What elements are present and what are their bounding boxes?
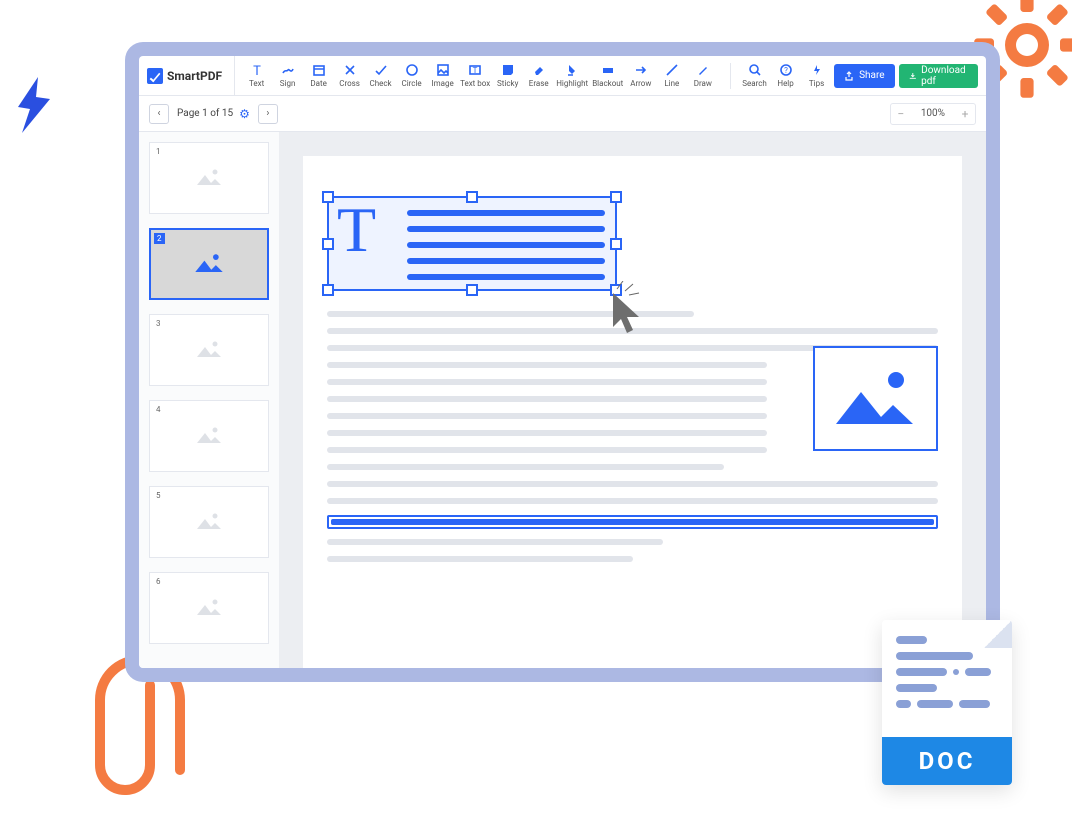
resize-handle-mr[interactable] [610,238,622,250]
tool-search[interactable]: Search [741,56,768,95]
page-indicator: Page 1 of 15 ⚙ [177,107,250,121]
tool-textbox[interactable]: TText box [460,56,490,95]
tool-help[interactable]: ?Help [772,56,799,95]
tool-blackout[interactable]: Blackout [592,56,623,95]
cursor-icon [603,281,653,336]
thumbnail-5[interactable]: 5 [149,486,269,558]
tool-draw[interactable]: Draw [689,56,716,95]
tool-check[interactable]: Check [367,56,394,95]
thumbnail-3[interactable]: 3 [149,314,269,386]
thumbnail-6[interactable]: 6 [149,572,269,644]
svg-text:?: ? [784,66,788,75]
tool-erase[interactable]: Erase [525,56,552,95]
resize-handle-tm[interactable] [466,191,478,203]
share-button[interactable]: Share [834,64,894,88]
svg-text:T: T [253,64,261,77]
app-name: SmartPDF [167,69,222,83]
highlight-bar[interactable] [327,515,938,529]
document-page[interactable]: T [303,156,962,668]
thumbnail-4[interactable]: 4 [149,400,269,472]
tool-image[interactable]: Image [429,56,456,95]
text-selection-box[interactable]: T [327,196,617,291]
logo-icon [147,68,163,84]
sub-toolbar: ‹ Page 1 of 15 ⚙ › − 100% + [139,96,986,132]
editor-canvas[interactable]: T [279,132,986,668]
tool-cross[interactable]: Cross [336,56,363,95]
thumbnail-1[interactable]: 1 [149,142,269,214]
download-icon [909,71,917,81]
prev-page-button[interactable]: ‹ [149,104,169,124]
download-button[interactable]: Download pdf [899,64,979,88]
app-logo[interactable]: SmartPDF [147,56,235,95]
tool-arrow[interactable]: Arrow [627,56,654,95]
page-image-placeholder[interactable] [813,346,938,451]
share-icon [844,71,854,81]
tool-line[interactable]: Line [658,56,685,95]
tool-tips[interactable]: Tips [803,56,830,95]
resize-handle-bl[interactable] [322,284,334,296]
dropcap-icon: T [337,198,376,262]
doc-label: DOC [882,737,1012,785]
zoom-out-button[interactable]: − [891,104,911,124]
zoom-value: 100% [911,108,955,119]
resize-handle-tl[interactable] [322,191,334,203]
next-page-button[interactable]: › [258,104,278,124]
tool-sign[interactable]: Sign [274,56,301,95]
tool-circle[interactable]: Circle [398,56,425,95]
resize-handle-tr[interactable] [610,191,622,203]
tool-text[interactable]: TText [243,56,270,95]
resize-handle-bm[interactable] [466,284,478,296]
svg-text:T: T [473,66,478,75]
tool-sticky[interactable]: Sticky [494,56,521,95]
thumbnail-2[interactable]: 2 [149,228,269,300]
bolt-decoration-icon [10,75,60,135]
doc-file-badge: DOC [882,620,1012,785]
app-frame: SmartPDF TText Sign Date Cross Check Cir… [125,42,1000,682]
zoom-in-button[interactable]: + [955,104,975,124]
main-toolbar: SmartPDF TText Sign Date Cross Check Cir… [139,56,986,96]
page-fold-icon [984,620,1012,648]
zoom-control: − 100% + [890,103,976,125]
tool-highlight[interactable]: Highlight [556,56,588,95]
tool-date[interactable]: Date [305,56,332,95]
resize-handle-ml[interactable] [322,238,334,250]
page-settings-icon[interactable]: ⚙ [239,107,250,121]
app-window: SmartPDF TText Sign Date Cross Check Cir… [139,56,986,668]
thumbnail-sidebar[interactable]: 1 2 3 4 5 6 [139,132,279,668]
